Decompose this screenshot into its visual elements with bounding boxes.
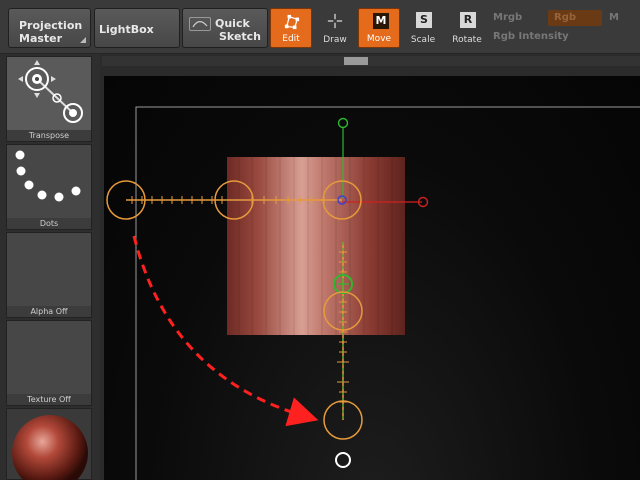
pivot-marker[interactable] — [335, 452, 351, 468]
rotate-key-icon: R — [460, 12, 476, 28]
scale-mode-label: Scale — [410, 35, 436, 45]
move-mode-label: Move — [366, 34, 392, 44]
transpose-caption: Transpose — [7, 130, 91, 141]
material-sphere-icon — [12, 415, 88, 480]
projection-master-label-line2: Master — [19, 32, 63, 45]
edit-mode-label: Edit — [282, 34, 300, 44]
canvas-scroll-knob[interactable] — [344, 57, 368, 65]
quick-sketch-label-line2: Sketch — [219, 30, 262, 43]
move-key-icon: M — [373, 13, 389, 29]
corner-triangle-icon — [80, 37, 86, 43]
draw-mode-button[interactable]: Draw — [314, 8, 356, 48]
dots-caption: Dots — [7, 218, 91, 229]
transpose-gizmo-icon — [18, 60, 83, 123]
draw-mode-label: Draw — [323, 35, 347, 45]
projection-master-label-line1: Projection — [19, 19, 83, 32]
mrgb-toggle[interactable]: Mrgb — [493, 12, 522, 23]
alpha-caption: Alpha Off — [7, 306, 91, 317]
rotate-mode-button[interactable]: R Rotate — [446, 8, 488, 48]
rgb-intensity-slider[interactable]: Rgb Intensity — [493, 31, 569, 42]
quick-sketch-label-line1: Quick — [215, 17, 250, 30]
scale-mode-button[interactable]: S Scale — [402, 8, 444, 48]
lightbox-label: LightBox — [99, 23, 154, 36]
alpha-thumbnail[interactable]: Alpha Off — [6, 232, 92, 318]
scale-key-icon: S — [416, 12, 432, 28]
projection-master-button[interactable]: Projection Master — [8, 8, 91, 48]
move-mode-button[interactable]: M Move — [358, 8, 400, 48]
draw-crosshair-icon — [327, 13, 343, 29]
edit-icon — [284, 14, 300, 30]
dots-stroke-icon — [15, 150, 81, 202]
canvas-scrollbar[interactable] — [102, 56, 640, 66]
canvas-scene — [106, 106, 640, 480]
lightbox-button[interactable]: LightBox — [94, 8, 180, 48]
edit-mode-button[interactable]: Edit — [270, 8, 312, 48]
sketch-icon — [189, 17, 211, 31]
texture-caption: Texture Off — [7, 394, 91, 405]
left-shelf: Transpose Dots Alpha Off Texture Off — [0, 54, 100, 480]
document-canvas[interactable] — [104, 76, 640, 480]
material-thumbnail[interactable] — [6, 408, 92, 480]
rgb-toggle[interactable]: Rgb — [548, 10, 602, 26]
transpose-thumbnail[interactable]: Transpose — [6, 56, 92, 142]
quick-sketch-button[interactable]: Quick Sketch — [182, 8, 268, 48]
dots-stroke-thumbnail[interactable]: Dots — [6, 144, 92, 230]
rotate-mode-label: Rotate — [452, 35, 482, 45]
texture-thumbnail[interactable]: Texture Off — [6, 320, 92, 406]
m-toggle[interactable]: M — [609, 12, 619, 23]
top-toolbar: Projection Master LightBox Quick Sketch … — [0, 0, 640, 54]
cylinder-mesh[interactable] — [227, 157, 405, 335]
